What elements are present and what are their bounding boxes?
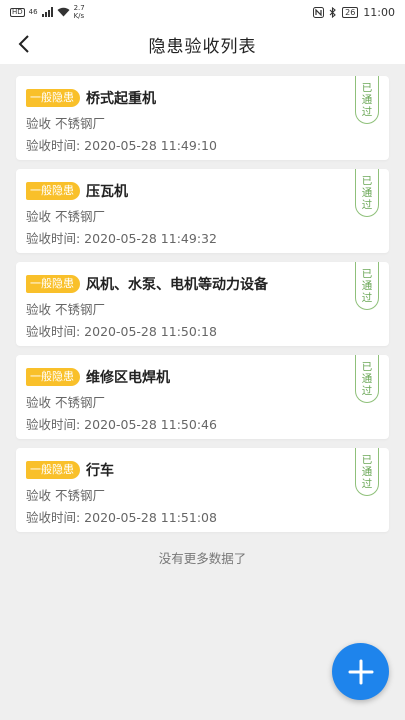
approved-stamp: 已 通 过: [355, 448, 379, 496]
list-item[interactable]: 一般隐患 桥式起重机 验收 不锈钢厂 验收时间: 2020-05-28 11:4…: [16, 76, 389, 160]
card-header: 一般隐患 维修区电焊机: [26, 365, 379, 389]
card-header: 一般隐患 行车: [26, 458, 379, 482]
approved-stamp: 已 通 过: [355, 76, 379, 124]
clock: 11:00: [363, 5, 395, 19]
stamp-char: 已: [361, 267, 373, 280]
acceptance-unit: 验收 不锈钢厂: [26, 302, 105, 317]
hazard-title: 桥式起重机: [86, 91, 156, 107]
acceptance-unit: 验收 不锈钢厂: [26, 209, 105, 224]
page-title: 隐患验收列表: [148, 36, 257, 57]
approved-stamp: 已 通 过: [355, 169, 379, 217]
hazard-title: 维修区电焊机: [86, 370, 170, 386]
add-button[interactable]: [332, 643, 389, 700]
hazard-level-badge: 一般隐患: [26, 182, 80, 200]
status-bar: HD 46 2.7 K/s 26 11:00: [0, 0, 405, 24]
nfc-icon: [313, 6, 325, 18]
acceptance-unit: 验收 不锈钢厂: [26, 395, 105, 410]
stamp-char: 通: [361, 93, 373, 106]
stamp-char: 过: [361, 477, 373, 490]
battery-icon: 26: [342, 6, 359, 18]
network-type: 46: [28, 8, 38, 16]
stamp-char: 过: [361, 384, 373, 397]
chevron-left-icon: [18, 35, 29, 53]
back-button[interactable]: [12, 32, 36, 56]
card-header: 一般隐患 桥式起重机: [26, 86, 379, 110]
hazard-level-badge: 一般隐患: [26, 368, 80, 386]
stamp-char: 通: [361, 372, 373, 385]
list-item[interactable]: 一般隐患 维修区电焊机 验收 不锈钢厂 验收时间: 2020-05-28 11:…: [16, 355, 389, 439]
bluetooth-icon: [329, 6, 336, 18]
acceptance-time: 验收时间: 2020-05-28 11:49:10: [26, 138, 217, 153]
stamp-char: 已: [361, 453, 373, 466]
hd-icon: HD: [10, 7, 25, 17]
acceptance-time: 验收时间: 2020-05-28 11:51:08: [26, 510, 217, 525]
card-header: 一般隐患 压瓦机: [26, 179, 379, 203]
stamp-char: 已: [361, 360, 373, 373]
hazard-title: 风机、水泵、电机等动力设备: [86, 277, 268, 293]
list-item[interactable]: 一般隐患 风机、水泵、电机等动力设备 验收 不锈钢厂 验收时间: 2020-05…: [16, 262, 389, 346]
header: 隐患验收列表: [0, 24, 405, 64]
acceptance-time: 验收时间: 2020-05-28 11:50:18: [26, 324, 217, 339]
plus-icon: [348, 659, 373, 684]
approved-stamp: 已 通 过: [355, 262, 379, 310]
status-left: HD 46 2.7 K/s: [10, 4, 85, 20]
stamp-char: 过: [361, 198, 373, 211]
acceptance-list: 一般隐患 桥式起重机 验收 不锈钢厂 验收时间: 2020-05-28 11:4…: [16, 76, 389, 541]
stamp-char: 已: [361, 81, 373, 94]
stamp-char: 通: [361, 186, 373, 199]
acceptance-time: 验收时间: 2020-05-28 11:49:32: [26, 231, 217, 246]
list-item[interactable]: 一般隐患 行车 验收 不锈钢厂 验收时间: 2020-05-28 11:51:0…: [16, 448, 389, 532]
stamp-char: 通: [361, 279, 373, 292]
hazard-level-badge: 一般隐患: [26, 461, 80, 479]
acceptance-time: 验收时间: 2020-05-28 11:50:46: [26, 417, 217, 432]
card-header: 一般隐患 风机、水泵、电机等动力设备: [26, 272, 379, 296]
no-more-data-text: 没有更多数据了: [158, 551, 247, 566]
hazard-title: 压瓦机: [86, 184, 128, 200]
signal-icon: [41, 7, 53, 17]
speed-unit: K/s: [73, 12, 85, 20]
approved-stamp: 已 通 过: [355, 355, 379, 403]
hazard-title: 行车: [86, 463, 114, 479]
hazard-level-badge: 一般隐患: [26, 89, 80, 107]
wifi-icon: [57, 7, 70, 17]
status-right: 26 11:00: [313, 6, 395, 19]
speed-value: 2.7: [73, 4, 85, 12]
stamp-char: 过: [361, 105, 373, 118]
battery-level: 26: [345, 7, 356, 17]
network-speed: 2.7 K/s: [74, 4, 85, 20]
hazard-level-badge: 一般隐患: [26, 275, 80, 293]
acceptance-unit: 验收 不锈钢厂: [26, 488, 105, 503]
stamp-char: 已: [361, 174, 373, 187]
stamp-char: 通: [361, 465, 373, 478]
list-item[interactable]: 一般隐患 压瓦机 验收 不锈钢厂 验收时间: 2020-05-28 11:49:…: [16, 169, 389, 253]
acceptance-unit: 验收 不锈钢厂: [26, 116, 105, 131]
stamp-char: 过: [361, 291, 373, 304]
